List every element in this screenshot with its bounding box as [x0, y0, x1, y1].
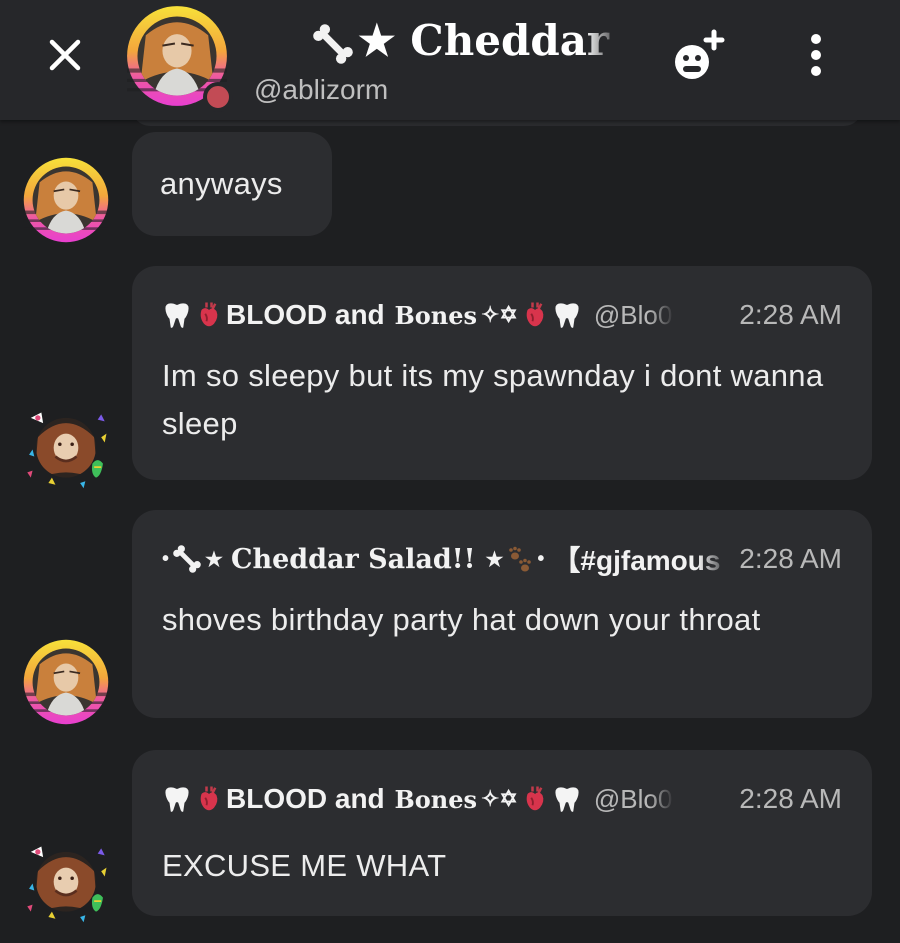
dot-icon: • [162, 547, 170, 570]
ornament-icon: ✧✡ [480, 302, 518, 327]
avatar[interactable] [22, 156, 110, 244]
more-options-button[interactable] [796, 30, 836, 80]
tooth-icon [162, 784, 192, 814]
message-text: shoves birthday party hat down your thro… [162, 602, 761, 637]
heart-icon [520, 784, 550, 814]
message-bubble[interactable]: anyways [132, 132, 332, 236]
heart-icon [194, 784, 224, 814]
star-icon: ★ [485, 548, 504, 571]
ornament-icon: ✧✡ [480, 786, 518, 811]
avatar[interactable] [22, 836, 110, 924]
dot-icon: • [537, 547, 545, 570]
sender-name-gothic: Bones [394, 784, 477, 814]
sender-handle: @Blo0 [593, 783, 673, 814]
chat-title-text: ★ Cheddar Salad!! [358, 16, 622, 65]
avatar[interactable] [22, 638, 110, 726]
tooth-icon [552, 784, 582, 814]
bone-icon [171, 543, 203, 575]
chat-handle: @ablizorm [254, 74, 389, 105]
message-text: EXCUSE ME WHAT [162, 848, 447, 883]
bone-icon [310, 21, 356, 67]
sender-name-text: Cheddar Salad!! [230, 543, 476, 575]
message-timestamp: 2:28 AM [739, 543, 842, 574]
status-indicator [203, 82, 233, 112]
message-timestamp: 2:28 AM [739, 783, 842, 814]
message-bubble[interactable]: BLOOD and Bones ✧✡ @Blo0 2:28 AM Im so s… [132, 266, 872, 480]
header-avatar[interactable] [125, 4, 235, 112]
message-header: • ★ Cheddar Salad!! ★ • 【#gjfamous 2:28 … [162, 534, 842, 584]
sender-name[interactable]: BLOOD and Bones ✧✡ [162, 783, 582, 815]
paw-prints-icon [505, 544, 535, 574]
sender-name-gothic: Bones [394, 300, 477, 330]
dm-chat-screen: ★ Cheddar Salad!! @ablizorm anyways [0, 0, 900, 943]
avatar[interactable] [22, 402, 110, 490]
more-vertical-icon [811, 34, 821, 44]
heart-icon [520, 300, 550, 330]
message-list[interactable]: anyways BLOOD and Bones ✧✡ @Blo0 2:28 AM… [0, 106, 900, 943]
message-text: anyways [160, 166, 283, 201]
chat-title[interactable]: ★ Cheddar Salad!! [310, 14, 622, 70]
sender-name[interactable]: • ★ Cheddar Salad!! ★ • [162, 543, 552, 575]
message-header: BLOOD and Bones ✧✡ @Blo0 2:28 AM [162, 290, 842, 340]
message-bubble[interactable]: • ★ Cheddar Salad!! ★ • 【#gjfamous 2:28 … [132, 510, 872, 718]
tooth-icon [162, 300, 192, 330]
add-member-button[interactable] [668, 26, 738, 86]
message-bubble[interactable]: BLOOD and Bones ✧✡ @Blo0 2:28 AM EXCUSE … [132, 750, 872, 916]
add-member-icon [675, 29, 725, 79]
message-header: BLOOD and Bones ✧✡ @Blo0 2:28 AM [162, 774, 842, 824]
sender-name-text: BLOOD and [226, 299, 393, 330]
sender-name[interactable]: BLOOD and Bones ✧✡ [162, 299, 582, 331]
heart-icon [194, 300, 224, 330]
sender-tag: 【#gjfamous [552, 545, 721, 576]
sender-name-text: BLOOD and [226, 783, 393, 814]
close-button[interactable] [40, 30, 90, 80]
tooth-icon [552, 300, 582, 330]
message-timestamp: 2:28 AM [739, 299, 842, 330]
close-icon [49, 39, 81, 71]
message-text: Im so sleepy but its my spawnday i dont … [162, 358, 824, 441]
sender-handle: @Blo0 [593, 299, 673, 330]
star-icon: ★ [205, 548, 223, 571]
chat-header: ★ Cheddar Salad!! @ablizorm [0, 0, 900, 120]
